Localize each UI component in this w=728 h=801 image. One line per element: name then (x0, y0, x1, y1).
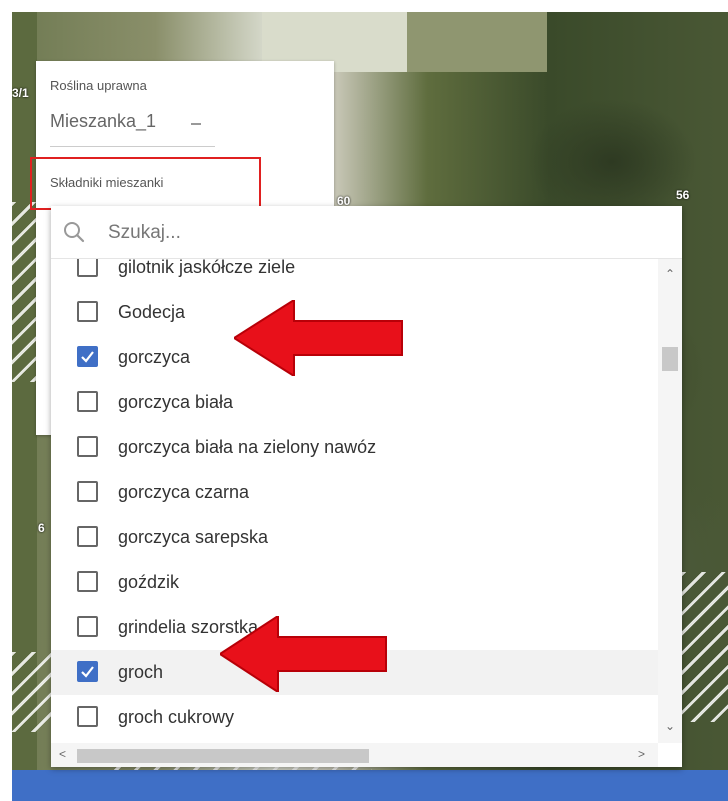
highlight-box (30, 157, 261, 210)
scroll-left-icon[interactable]: < (59, 747, 66, 761)
list-item[interactable]: gorczyca biała (51, 380, 658, 425)
list-item-label: gorczyca czarna (118, 482, 250, 502)
checkbox-checked[interactable] (77, 346, 98, 367)
list-item[interactable]: goździk (51, 560, 658, 605)
list-item-label: gilotnik jaskółcze ziele (118, 259, 296, 277)
check-icon (81, 666, 94, 678)
list-item[interactable]: groch cukrowy (51, 695, 658, 740)
checkbox[interactable] (77, 259, 98, 277)
list-item-label: gorczyca (118, 347, 191, 367)
scroll-down-icon[interactable]: ⌄ (665, 719, 675, 733)
vertical-scrollbar[interactable]: ⌃ ⌄ (658, 259, 682, 743)
parcel-number-label: 6 (38, 521, 45, 535)
crop-field-label: Roślina uprawna (50, 78, 147, 93)
crop-select[interactable]: Mieszanka_1 (50, 111, 156, 132)
list-item-label: gorczyca biała na zielony nawóz (118, 437, 377, 457)
checkbox[interactable] (77, 436, 98, 457)
checkbox[interactable] (77, 301, 98, 322)
vertical-scrollbar-thumb[interactable] (662, 347, 678, 371)
list-item-label: groch cukrowy (118, 707, 235, 727)
red-arrow-icon (220, 616, 387, 692)
horizontal-scrollbar[interactable]: < > (51, 743, 658, 767)
crop-select-underline (50, 146, 215, 147)
list-item-label: groch (118, 662, 164, 682)
list-item-label: goździk (118, 572, 180, 592)
list-item-label: gorczyca sarepska (118, 527, 269, 547)
search-icon (63, 221, 85, 243)
checkbox[interactable] (77, 706, 98, 727)
checkbox-checked[interactable] (77, 661, 98, 682)
checkbox[interactable] (77, 571, 98, 592)
bottom-toolbar (12, 770, 728, 801)
red-arrow-icon (234, 300, 403, 376)
horizontal-scrollbar-thumb[interactable] (77, 749, 369, 763)
map-hatched-area (682, 572, 728, 722)
search-input[interactable] (106, 218, 650, 248)
checkbox[interactable] (77, 616, 98, 637)
parcel-number-label: 3/1 (12, 86, 29, 100)
checkbox[interactable] (77, 481, 98, 502)
list-item[interactable]: gorczyca sarepska (51, 515, 658, 560)
list-item[interactable]: gorczyca biała na zielony nawóz (51, 425, 658, 470)
map-hatched-area (12, 652, 52, 732)
check-icon (81, 351, 94, 363)
list-item[interactable]: gorczyca czarna (51, 470, 658, 515)
search-row (51, 206, 682, 259)
parcel-number-label: 56 (676, 188, 690, 202)
checkbox[interactable] (77, 391, 98, 412)
scroll-right-icon[interactable]: > (638, 747, 645, 761)
chevron-down-icon[interactable] (191, 123, 201, 125)
checkbox[interactable] (77, 526, 98, 547)
list-item-label: Godecja (118, 302, 186, 322)
list-item-label: gorczyca biała (118, 392, 234, 412)
list-item[interactable]: gilotnik jaskółcze ziele (51, 259, 658, 290)
scroll-up-icon[interactable]: ⌃ (665, 267, 675, 281)
map-plot (407, 12, 547, 72)
